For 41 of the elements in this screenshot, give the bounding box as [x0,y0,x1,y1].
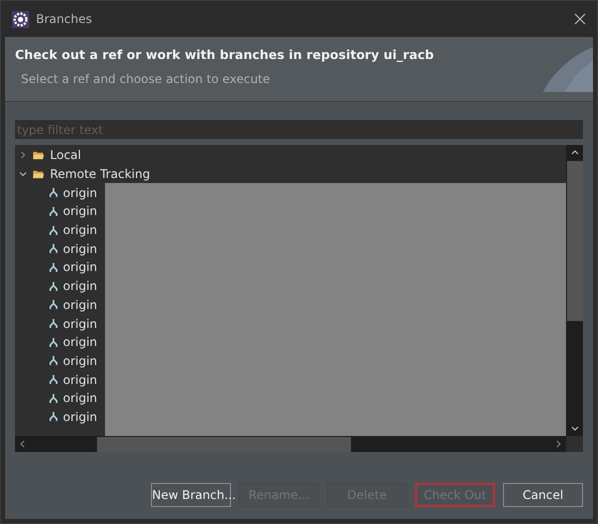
vertical-scrollbar[interactable] [566,145,583,436]
tree-item[interactable]: origin [63,391,98,406]
branch-icon [49,206,58,216]
tree-item[interactable]: Local [50,148,82,162]
tree-item[interactable]: origin [63,410,98,424]
dialog-button[interactable]: Cancel [503,483,583,507]
chevron-right-icon[interactable] [19,151,27,160]
banner-graphic [543,47,593,92]
branch-icon [49,282,58,291]
folder-icon [33,150,44,160]
app-icon [12,10,29,28]
tree-item[interactable]: origin [63,223,98,238]
horizontal-scrollbar[interactable] [15,436,566,452]
tree-item[interactable]: Remote Tracking [50,167,150,182]
branch-icon [49,412,58,422]
branch-icon [49,188,58,198]
tree-item[interactable]: origin [63,279,98,294]
header-title: Check out a ref or work with branches in repository ui_racb [15,47,435,62]
branch-icon [49,356,58,366]
close-icon[interactable] [574,13,586,25]
branch-icon [49,375,58,384]
branch-icon [49,226,58,235]
window-title: Branches [36,12,92,26]
branch-icon [49,319,58,328]
tree-item[interactable]: origin [63,260,98,274]
tree-item[interactable]: origin [63,354,98,368]
tree-item[interactable]: origin [63,372,98,387]
tree-item[interactable]: origin [63,335,98,350]
branch-icon [49,244,58,254]
tree-item[interactable]: origin [63,204,98,218]
branch-icon [49,300,58,310]
branch-icon [49,262,58,272]
tree-item[interactable]: origin [63,316,98,331]
tree-item[interactable]: origin [63,242,98,256]
tree-item[interactable]: origin [63,298,98,312]
folder-icon [33,170,44,179]
tree-item[interactable]: origin [63,186,98,200]
branch-icon [49,338,58,347]
header-subtitle: Select a ref and choose action to execute [20,72,272,86]
branch-icon [49,394,58,403]
chevron-down-icon[interactable] [19,170,27,178]
